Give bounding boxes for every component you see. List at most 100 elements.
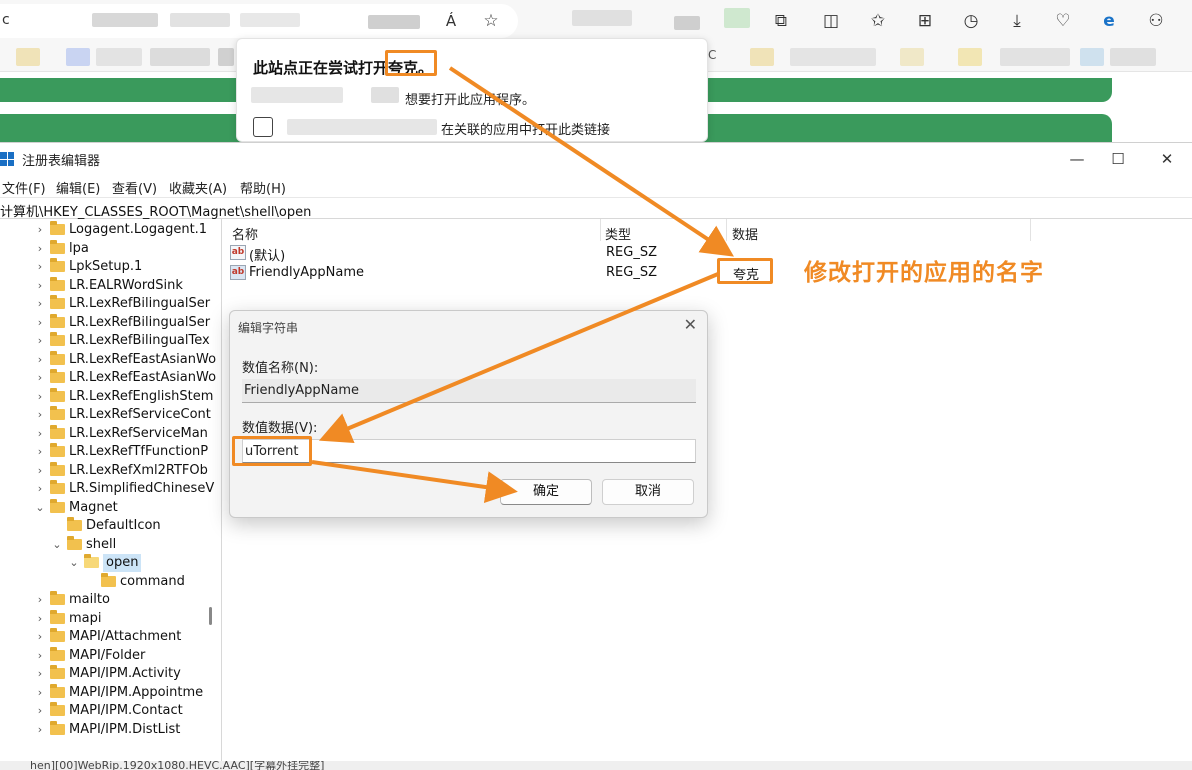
menu-help[interactable]: 帮助(H): [240, 178, 286, 197]
favorite-item[interactable]: [750, 48, 774, 66]
tree-item[interactable]: › LR.LexRefBilingualTex: [0, 332, 221, 350]
favorite-item[interactable]: [958, 48, 982, 66]
tree-item[interactable]: › LR.SimplifiedChineseV: [0, 480, 221, 498]
tree-item[interactable]: › LR.EALRWordSink: [0, 276, 221, 295]
chevron-down-icon[interactable]: ⌄: [68, 554, 80, 572]
menu-favorites[interactable]: 收藏夹(A): [169, 178, 227, 197]
tree-item[interactable]: › LR.LexRefServiceMan: [0, 424, 221, 443]
chevron-right-icon[interactable]: ›: [34, 684, 46, 702]
collections-icon[interactable]: ⊞: [914, 10, 936, 32]
favorite-item[interactable]: [66, 48, 90, 66]
favorite-item[interactable]: [1080, 48, 1104, 66]
tree-item[interactable]: › LR.LexRefServiceCont: [0, 406, 221, 424]
menu-edit[interactable]: 编辑(E): [56, 178, 100, 197]
tree-item[interactable]: › mapi: [0, 609, 221, 628]
chevron-right-icon[interactable]: ›: [34, 702, 46, 720]
tree-item[interactable]: › MAPI/IPM.Appointme: [0, 683, 221, 702]
chevron-right-icon[interactable]: ›: [34, 406, 46, 424]
tree-item[interactable]: ⌄ Magnet: [0, 498, 221, 517]
column-type[interactable]: 类型: [605, 224, 631, 243]
tree-item[interactable]: command: [0, 572, 221, 591]
favorite-item[interactable]: [1000, 48, 1070, 66]
history-icon[interactable]: ◷: [960, 10, 982, 32]
chevron-right-icon[interactable]: ›: [34, 628, 46, 646]
blurred-url-segment: [240, 13, 300, 27]
chevron-down-icon[interactable]: ⌄: [34, 499, 46, 517]
chevron-right-icon[interactable]: ›: [34, 721, 46, 739]
maximize-icon[interactable]: ☐: [1095, 147, 1141, 171]
chevron-down-icon[interactable]: ⌄: [51, 536, 63, 554]
cancel-button[interactable]: 取消: [602, 479, 694, 505]
profile-icon[interactable]: ⚇: [1145, 10, 1167, 32]
chevron-right-icon[interactable]: ›: [34, 295, 46, 313]
favorite-item[interactable]: [150, 48, 210, 66]
download-icon[interactable]: ⤓: [1006, 10, 1028, 32]
dialog-close-icon[interactable]: ✕: [684, 315, 697, 334]
favorite-item[interactable]: [900, 48, 924, 66]
column-name[interactable]: 名称: [232, 224, 258, 243]
tree-item[interactable]: › LR.LexRefBilingualSer: [0, 295, 221, 313]
minimize-icon[interactable]: —: [1054, 147, 1100, 171]
read-aloud-icon[interactable]: Á: [440, 10, 462, 32]
tree-item[interactable]: › MAPI/Folder: [0, 646, 221, 665]
chevron-right-icon[interactable]: ›: [34, 425, 46, 443]
chevron-right-icon[interactable]: ›: [34, 258, 46, 276]
favorite-item[interactable]: [1110, 48, 1156, 66]
favorites-icon[interactable]: ✩: [867, 10, 889, 32]
tree-scrollbar[interactable]: [209, 607, 212, 625]
tree-item[interactable]: › LR.LexRefEastAsianWo: [0, 350, 221, 369]
tree-item[interactable]: › Logagent.Logagent.1: [0, 221, 221, 239]
tree-item[interactable]: › LpkSetup.1: [0, 258, 221, 276]
chevron-right-icon[interactable]: ›: [34, 314, 46, 332]
address-bar[interactable]: c Á ☆: [0, 4, 518, 38]
favorite-item[interactable]: [96, 48, 142, 66]
folder-icon: [50, 609, 65, 624]
chevron-right-icon[interactable]: ›: [34, 351, 46, 369]
favorite-item[interactable]: [218, 48, 234, 66]
tree-item[interactable]: › MAPI/Attachment: [0, 628, 221, 646]
chevron-right-icon[interactable]: ›: [34, 388, 46, 406]
heart-pulse-icon[interactable]: ♡: [1052, 10, 1074, 32]
tree-item-label: open: [103, 554, 142, 572]
tree-item[interactable]: ⌄ shell: [0, 535, 221, 554]
chevron-right-icon[interactable]: ›: [34, 240, 46, 258]
always-open-checkbox[interactable]: [253, 117, 273, 137]
split-screen-icon[interactable]: ◫: [820, 10, 842, 32]
menu-view[interactable]: 查看(V): [112, 178, 157, 197]
edge-icon[interactable]: e: [1098, 10, 1120, 32]
tree-item[interactable]: › LR.LexRefBilingualSer: [0, 313, 221, 332]
column-separator: [726, 219, 727, 241]
tree-item[interactable]: DefaultIcon: [0, 517, 221, 535]
chevron-right-icon[interactable]: ›: [34, 221, 46, 239]
tree-item[interactable]: › LR.LexRefXml2RTFOb: [0, 461, 221, 480]
chevron-right-icon[interactable]: ›: [34, 369, 46, 387]
chevron-right-icon[interactable]: ›: [34, 480, 46, 498]
puzzle-icon[interactable]: ⧉: [770, 10, 792, 32]
tree-item[interactable]: › MAPI/IPM.Activity: [0, 665, 221, 683]
tree-item[interactable]: ⌄ open: [0, 554, 221, 572]
close-icon[interactable]: ✕: [1144, 147, 1190, 171]
column-data[interactable]: 数据: [732, 224, 758, 243]
favorite-item[interactable]: [16, 48, 40, 66]
tree-item[interactable]: › LR.LexRefTfFunctionP: [0, 443, 221, 461]
tree-item-label: DefaultIcon: [86, 518, 161, 533]
ok-button[interactable]: 确定: [500, 479, 592, 505]
chevron-right-icon[interactable]: ›: [34, 277, 46, 295]
chevron-right-icon[interactable]: ›: [34, 462, 46, 480]
menu-file[interactable]: 文件(F): [2, 178, 46, 197]
tree-item[interactable]: › mailto: [0, 591, 221, 609]
favorite-item[interactable]: [790, 48, 876, 66]
chevron-right-icon[interactable]: ›: [34, 610, 46, 628]
tree-item[interactable]: › LR.LexRefEnglishStem: [0, 387, 221, 406]
tree-item[interactable]: › lpa: [0, 239, 221, 258]
chevron-right-icon[interactable]: ›: [34, 647, 46, 665]
favorite-star-icon[interactable]: ☆: [480, 10, 502, 32]
chevron-right-icon[interactable]: ›: [34, 443, 46, 461]
chevron-right-icon[interactable]: ›: [34, 332, 46, 350]
chevron-right-icon[interactable]: ›: [34, 591, 46, 609]
tree-item[interactable]: › LR.LexRefEastAsianWo: [0, 369, 221, 387]
tree-item[interactable]: › MAPI/IPM.Contact: [0, 702, 221, 720]
tree-item[interactable]: › MAPI/IPM.DistList: [0, 720, 221, 739]
address-path-bar[interactable]: 计算机\HKEY_CLASSES_ROOT\Magnet\shell\open: [0, 197, 1192, 220]
chevron-right-icon[interactable]: ›: [34, 665, 46, 683]
